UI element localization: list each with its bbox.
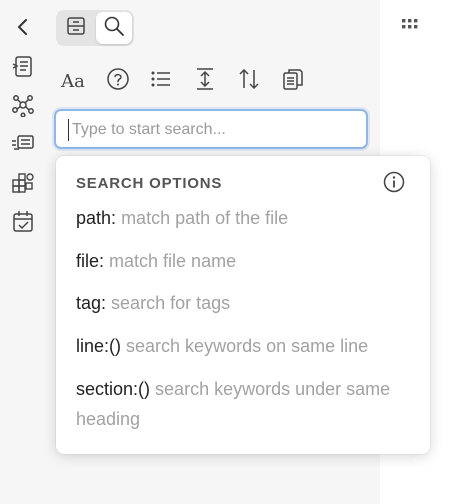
option-description: search keywords on same line — [126, 336, 369, 356]
slides-icon[interactable] — [10, 131, 36, 157]
help-button[interactable] — [103, 66, 133, 96]
option-key: tag: — [76, 293, 107, 313]
copy-results-icon — [281, 67, 305, 96]
match-case-button[interactable]: Aa — [58, 66, 88, 96]
search-input[interactable] — [68, 119, 358, 141]
list-icon — [150, 69, 172, 94]
show-context-button[interactable] — [190, 66, 220, 96]
daily-note-icon[interactable] — [10, 209, 36, 235]
tab-bookmarks[interactable] — [58, 12, 94, 44]
option-key: file: — [76, 251, 105, 271]
search-options-title: SEARCH OPTIONS — [76, 175, 223, 192]
file-explorer-icon[interactable] — [10, 54, 36, 80]
help-icon — [106, 67, 130, 96]
collapse-chevron-icon[interactable] — [10, 14, 36, 40]
option-key: section:() — [76, 379, 151, 399]
canvas-icon[interactable] — [10, 170, 36, 196]
search-option-file[interactable]: file: match file name — [76, 246, 406, 276]
left-ribbon — [0, 0, 46, 504]
search-options-popup: SEARCH OPTIONS path: match path of the f… — [56, 156, 430, 454]
search-field[interactable] — [54, 109, 368, 149]
expand-collapse-icon — [195, 67, 215, 96]
option-description: search for tags — [111, 293, 231, 313]
option-description: match path of the file — [121, 208, 289, 228]
copy-results-button[interactable] — [278, 66, 308, 96]
info-icon[interactable] — [383, 171, 405, 193]
sidebar-tab-bar — [56, 10, 134, 46]
grip-dots-icon[interactable] — [401, 17, 419, 31]
search-option-path[interactable]: path: match path of the file — [76, 203, 406, 233]
search-option-tag[interactable]: tag: search for tags — [76, 288, 406, 318]
search-icon — [103, 15, 125, 42]
option-description: match file name — [109, 251, 237, 271]
bookmark-box-icon — [66, 16, 86, 41]
sort-icon — [237, 67, 261, 96]
option-key: path: — [76, 208, 117, 228]
match-case-icon: Aa — [61, 70, 85, 92]
search-option-section[interactable]: section:() search keywords under same he… — [76, 374, 406, 434]
search-option-line[interactable]: line:() search keywords on same line — [76, 331, 406, 361]
option-key: line:() — [76, 336, 122, 356]
sort-button[interactable] — [234, 66, 264, 96]
collapse-results-button[interactable] — [146, 66, 176, 96]
tab-search[interactable] — [96, 12, 132, 44]
graph-view-icon[interactable] — [10, 92, 36, 118]
